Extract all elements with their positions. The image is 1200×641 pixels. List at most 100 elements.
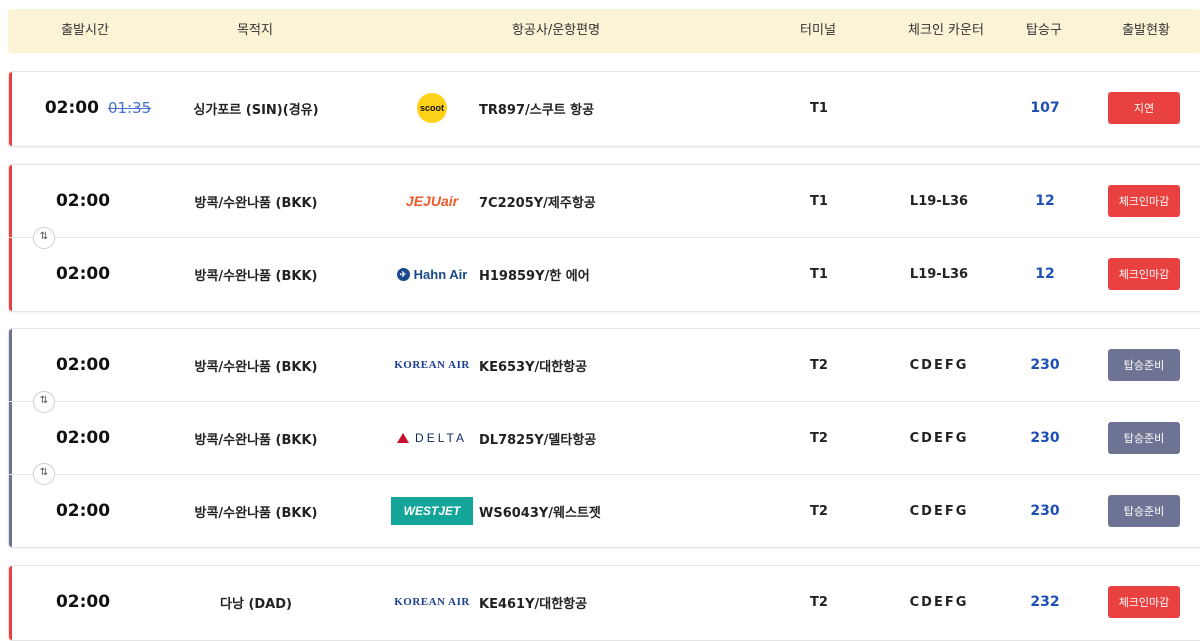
destination: 싱가포르 (SIN)(경유) bbox=[193, 102, 319, 118]
gate: 107 bbox=[1030, 100, 1060, 116]
original-time: 01:35 bbox=[107, 99, 152, 117]
departure-time-cell: 02:00 bbox=[33, 566, 133, 638]
departure-time-cell: 02:00 bbox=[33, 165, 133, 237]
status-cell: 탑승준비 bbox=[1108, 329, 1180, 401]
airline-logo: JEJUair bbox=[383, 165, 481, 237]
status-cell: 탑승준비 bbox=[1108, 475, 1180, 547]
flight-number: TR897/스쿠트 항공 bbox=[479, 102, 595, 118]
status-badge: 탑승준비 bbox=[1108, 495, 1180, 527]
swap-icon[interactable]: ⇅ bbox=[33, 463, 55, 485]
destination: 방콕/수완나품 (BKK) bbox=[194, 359, 318, 375]
checkin-counter: CDEFG bbox=[909, 594, 969, 610]
header-terminal: 터미널 bbox=[800, 23, 836, 38]
scoot-logo: scoot bbox=[417, 93, 447, 123]
table-header: 출발시간 목적지 항공사/운항편명 터미널 체크인 카운터 탑승구 출발현황 bbox=[8, 9, 1200, 53]
koreanair-logo: KOREAN AIR bbox=[394, 596, 470, 608]
airline-logo: scoot bbox=[383, 72, 481, 144]
destination: 방콕/수완나품 (BKK) bbox=[194, 505, 318, 521]
terminal: T1 bbox=[810, 193, 828, 209]
flight-row[interactable]: 02:00 방콕/수완나품 (BKK) KOREAN AIR KE653Y/대한… bbox=[9, 329, 1200, 401]
delta-triangle-icon bbox=[397, 433, 410, 443]
checkin-counter: L19-L36 bbox=[909, 266, 969, 282]
flight-number: DL7825Y/델타항공 bbox=[479, 432, 597, 448]
status-badge: 체크인마감 bbox=[1108, 258, 1180, 290]
gate: 12 bbox=[1035, 193, 1055, 209]
westjet-logo: WESTJET bbox=[391, 497, 473, 525]
status-badge: 탑승준비 bbox=[1108, 349, 1180, 381]
checkin-counter: L19-L36 bbox=[909, 193, 969, 209]
delta-logo-text: DELTA bbox=[415, 431, 467, 445]
airline-logo: ✈ Hahn Air bbox=[383, 238, 481, 310]
destination: 다낭 (DAD) bbox=[220, 596, 292, 612]
destination: 방콕/수완나품 (BKK) bbox=[194, 268, 318, 284]
flight-row[interactable]: 02:00 다낭 (DAD) KOREAN AIR KE461Y/대한항공 T2… bbox=[9, 566, 1200, 638]
header-destination: 목적지 bbox=[237, 23, 273, 38]
departure-time: 02:00 bbox=[55, 592, 111, 612]
flight-group: 02:00 방콕/수완나품 (BKK) KOREAN AIR KE653Y/대한… bbox=[8, 328, 1200, 548]
flight-number: H19859Y/한 에어 bbox=[479, 268, 590, 284]
gate: 232 bbox=[1030, 594, 1060, 610]
gate: 230 bbox=[1030, 430, 1060, 446]
gate: 12 bbox=[1035, 266, 1055, 282]
terminal: T1 bbox=[810, 266, 828, 282]
departure-time: 02:00 bbox=[55, 191, 111, 211]
airline-logo: WESTJET bbox=[383, 475, 481, 547]
checkin-counter: CDEFG bbox=[909, 430, 969, 446]
departure-time-cell: 02:00 bbox=[33, 238, 133, 310]
terminal: T2 bbox=[810, 357, 828, 373]
status-badge: 체크인마감 bbox=[1108, 586, 1180, 618]
departure-time: 02:00 bbox=[55, 428, 111, 448]
flight-row[interactable]: 02:00 방콕/수완나품 (BKK) JEJUair 7C2205Y/제주항공… bbox=[9, 165, 1200, 237]
flight-row[interactable]: 02:00 방콕/수완나품 (BKK) ✈ Hahn Air H19859Y/한… bbox=[9, 237, 1200, 310]
flight-row[interactable]: 02:00 01:35 싱가포르 (SIN)(경유) scoot TR897/스… bbox=[9, 72, 1200, 144]
departure-time: 02:00 bbox=[55, 264, 111, 284]
header-checkin-counter: 체크인 카운터 bbox=[908, 23, 984, 38]
status-cell: 지연 bbox=[1108, 72, 1180, 144]
delta-logo: DELTA bbox=[397, 431, 467, 445]
status-cell: 탑승준비 bbox=[1108, 402, 1180, 474]
header-departure-time: 출발시간 bbox=[61, 23, 109, 38]
checkin-counter bbox=[879, 72, 999, 144]
status-cell: 체크인마감 bbox=[1108, 566, 1180, 638]
departure-time-cell: 02:00 bbox=[33, 475, 133, 547]
flight-group: 02:00 방콕/수완나품 (BKK) JEJUair 7C2205Y/제주항공… bbox=[8, 164, 1200, 312]
airline-logo: KOREAN AIR bbox=[383, 566, 481, 638]
swap-icon[interactable]: ⇅ bbox=[33, 227, 55, 249]
flight-row[interactable]: 02:00 방콕/수완나품 (BKK) DELTA DL7825Y/델타항공 T… bbox=[9, 401, 1200, 474]
checkin-counter: CDEFG bbox=[909, 503, 969, 519]
departure-time: 02:00 bbox=[55, 355, 111, 375]
departure-time-cell: 02:00 bbox=[33, 329, 133, 401]
status-badge: 탑승준비 bbox=[1108, 422, 1180, 454]
terminal: T2 bbox=[810, 594, 828, 610]
gate: 230 bbox=[1030, 357, 1060, 373]
airline-logo: DELTA bbox=[383, 402, 481, 474]
hahnair-logo-text: Hahn Air bbox=[413, 266, 468, 282]
status-badge: 체크인마감 bbox=[1108, 185, 1180, 217]
plane-icon: ✈ bbox=[396, 267, 410, 281]
status-cell: 체크인마감 bbox=[1108, 238, 1180, 310]
flight-group: 02:00 01:35 싱가포르 (SIN)(경유) scoot TR897/스… bbox=[8, 71, 1200, 147]
terminal: T2 bbox=[810, 430, 828, 446]
departure-time-cell: 02:00 01:35 bbox=[33, 72, 163, 144]
destination: 방콕/수완나품 (BKK) bbox=[194, 195, 318, 211]
destination: 방콕/수완나품 (BKK) bbox=[194, 432, 318, 448]
header-airline-flight: 항공사/운항편명 bbox=[511, 23, 601, 38]
koreanair-logo: KOREAN AIR bbox=[394, 359, 470, 371]
terminal: T2 bbox=[810, 503, 828, 519]
airline-logo: KOREAN AIR bbox=[383, 329, 481, 401]
jejuair-logo: JEJUair bbox=[405, 193, 459, 209]
status-badge: 지연 bbox=[1108, 92, 1180, 124]
swap-icon[interactable]: ⇅ bbox=[33, 391, 55, 413]
flight-number: KE653Y/대한항공 bbox=[479, 359, 588, 375]
flight-number: WS6043Y/웨스트젯 bbox=[479, 505, 601, 521]
flight-number: 7C2205Y/제주항공 bbox=[479, 195, 596, 211]
departure-time: 02:00 bbox=[55, 501, 111, 521]
status-cell: 체크인마감 bbox=[1108, 165, 1180, 237]
flight-number: KE461Y/대한항공 bbox=[479, 596, 588, 612]
header-gate: 탑승구 bbox=[1026, 23, 1062, 38]
flight-row[interactable]: 02:00 방콕/수완나품 (BKK) WESTJET WS6043Y/웨스트젯… bbox=[9, 474, 1200, 547]
header-status: 출발현황 bbox=[1122, 23, 1170, 38]
flight-group: 02:00 다낭 (DAD) KOREAN AIR KE461Y/대한항공 T2… bbox=[8, 565, 1200, 641]
departure-time: 02:00 bbox=[44, 98, 99, 118]
hahnair-logo: ✈ Hahn Air bbox=[396, 266, 468, 282]
